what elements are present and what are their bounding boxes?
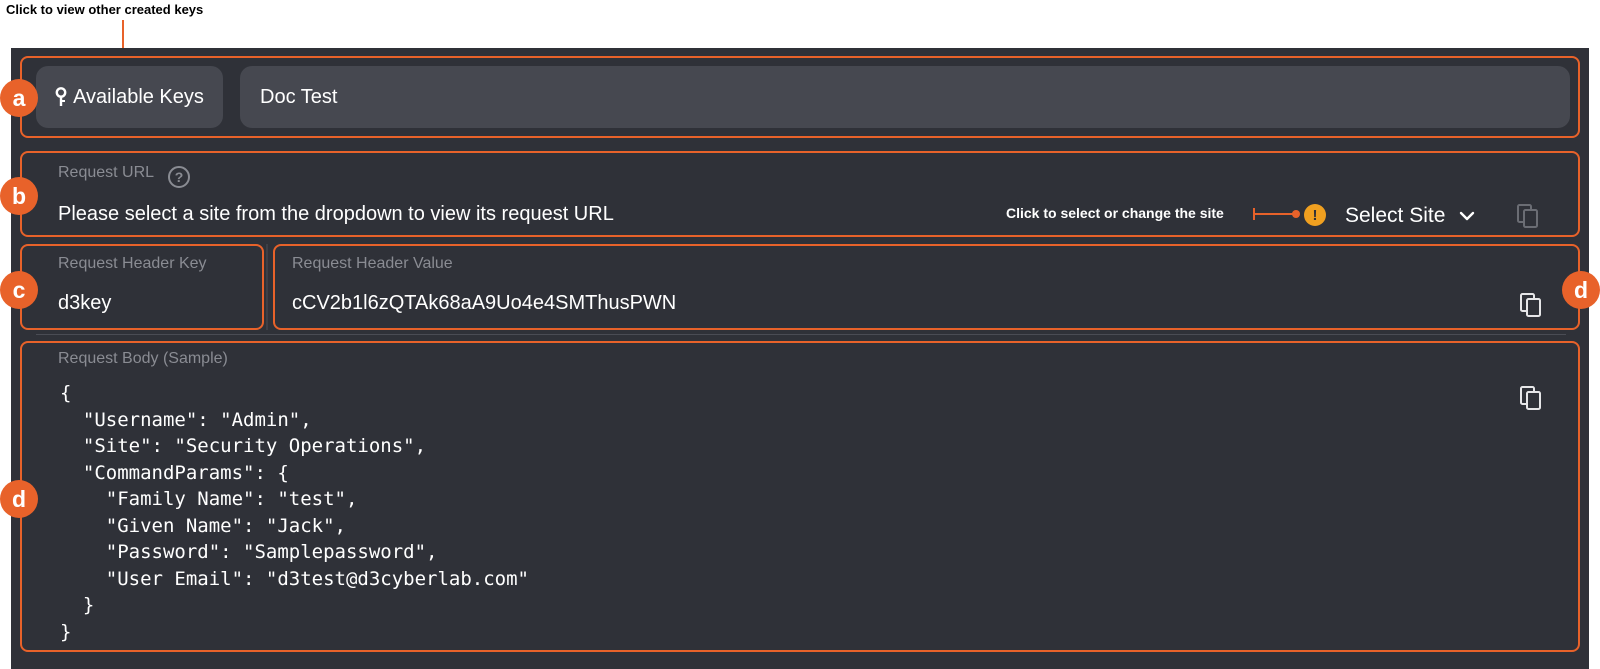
annotation-badge-d-header: d [1562, 271, 1600, 309]
screenshot-stage: Click to view other created keys Availab… [0, 0, 1600, 669]
annotation-frame-b [20, 151, 1580, 237]
annotation-frame-d-body [20, 341, 1580, 652]
annotation-frame-a [20, 56, 1580, 138]
annotation-frame-d-header [273, 244, 1580, 330]
annotation-badge-a: a [0, 79, 38, 117]
annotation-frame-c [20, 244, 264, 330]
annotation-badge-c: c [0, 271, 38, 309]
annotation-badge-b: b [0, 177, 38, 215]
section-divider [36, 334, 1566, 335]
annotation-badge-d-body: d [0, 480, 38, 518]
annotation-available-keys: Click to view other created keys [6, 2, 204, 17]
column-divider [266, 244, 268, 330]
